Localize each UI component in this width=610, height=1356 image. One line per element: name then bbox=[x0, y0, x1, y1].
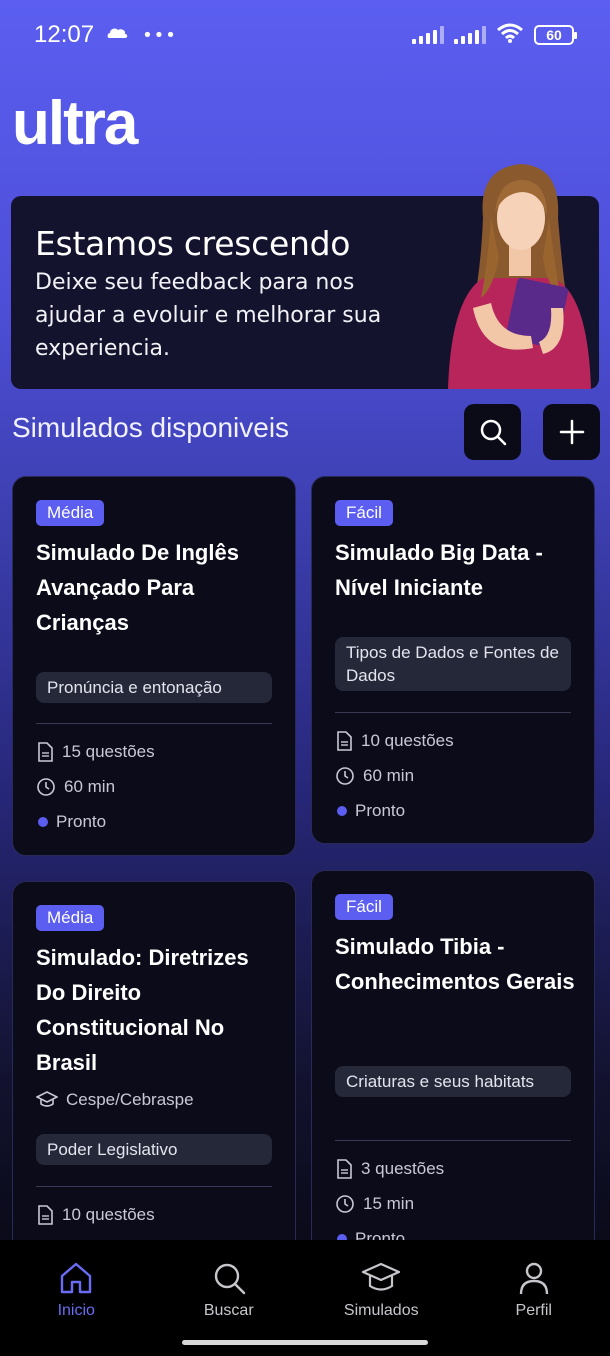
graduation-cap-icon bbox=[36, 1091, 58, 1107]
status-meta: Pronto bbox=[335, 801, 405, 821]
user-icon bbox=[519, 1262, 548, 1295]
bottom-nav: Inicio Buscar Simulados Perfil bbox=[0, 1240, 610, 1356]
simulado-card[interactable]: Fácil Simulado Big Data - Nível Iniciant… bbox=[311, 476, 595, 844]
document-icon bbox=[337, 731, 352, 751]
topic-tag: Pronúncia e entonação bbox=[36, 672, 272, 703]
feedback-banner[interactable]: Estamos crescendo Deixe seu feedback par… bbox=[11, 164, 599, 389]
duration: 15 min bbox=[363, 1194, 415, 1213]
banner-title: Estamos crescendo bbox=[35, 224, 351, 263]
simulado-card[interactable]: Média Simulado: Diretrizes Do Direito Co… bbox=[12, 881, 296, 1301]
graduation-cap-icon bbox=[362, 1262, 401, 1291]
questions-meta: 10 questões bbox=[36, 1205, 155, 1225]
cloud-icon bbox=[106, 22, 130, 48]
status-time: 12:07 bbox=[34, 21, 95, 48]
app-logo: ultra bbox=[12, 89, 138, 158]
search-button[interactable] bbox=[464, 404, 521, 460]
exam-board: Cespe/Cebraspe bbox=[66, 1090, 194, 1109]
more-notifications-icon: ••• bbox=[142, 24, 177, 46]
document-icon bbox=[38, 1205, 53, 1225]
questions-count: 3 questões bbox=[361, 1159, 445, 1178]
topic-tag: Criaturas e seus habitats bbox=[335, 1066, 571, 1097]
card-title: Simulado Big Data - Nível Iniciante bbox=[335, 540, 543, 600]
simulado-card[interactable]: Média Simulado De Inglês Avançado Para C… bbox=[12, 476, 296, 856]
search-icon bbox=[480, 419, 506, 446]
home-icon bbox=[61, 1262, 92, 1294]
plus-icon bbox=[559, 419, 584, 445]
duration-meta: 60 min bbox=[36, 777, 115, 797]
nav-simulados-label: Simulados bbox=[343, 1302, 419, 1319]
home-indicator[interactable] bbox=[182, 1340, 428, 1345]
duration-meta: 15 min bbox=[335, 1194, 414, 1214]
card-divider bbox=[335, 712, 571, 713]
document-icon bbox=[38, 742, 53, 762]
card-title: Simulado: Diretrizes Do Direito Constitu… bbox=[36, 945, 249, 1075]
topic-tag: Tipos de Dados e Fontes de Dados bbox=[335, 637, 571, 691]
add-simulado-button[interactable] bbox=[543, 404, 600, 460]
difficulty-badge: Média bbox=[36, 905, 105, 931]
questions-count: 15 questões bbox=[62, 742, 155, 761]
questions-count: 10 questões bbox=[62, 1205, 155, 1224]
status-text: Pronto bbox=[355, 801, 406, 820]
status-right: 60 bbox=[412, 22, 577, 48]
wifi-icon bbox=[496, 22, 524, 48]
duration: 60 min bbox=[363, 766, 415, 785]
difficulty-badge: Fácil bbox=[335, 894, 393, 920]
banner-person-illustration bbox=[448, 164, 591, 389]
nav-profile[interactable]: Perfil bbox=[474, 1260, 594, 1356]
difficulty-badge: Fácil bbox=[335, 500, 393, 526]
banner-text: Deixe seu feedback para nos ajudar a evo… bbox=[35, 270, 382, 361]
section-title: Simulados disponiveis bbox=[12, 412, 290, 443]
topic-tag: Poder Legislativo bbox=[36, 1134, 272, 1165]
status-dot-icon bbox=[337, 806, 347, 816]
card-divider bbox=[335, 1140, 571, 1141]
status-dot-icon bbox=[38, 817, 48, 827]
card-title: Simulado De Inglês Avançado Para Criança… bbox=[36, 540, 239, 635]
clock-icon bbox=[336, 1195, 354, 1213]
duration: 60 min bbox=[64, 777, 116, 796]
duration-meta: 60 min bbox=[335, 766, 414, 786]
signal-icon bbox=[412, 26, 444, 44]
nav-home-label: Inicio bbox=[57, 1302, 95, 1319]
search-icon bbox=[214, 1263, 245, 1295]
questions-meta: 15 questões bbox=[36, 742, 155, 762]
status-left: 12:07 ••• bbox=[34, 21, 177, 49]
status-text: Pronto bbox=[56, 812, 107, 831]
simulado-card[interactable]: Fácil Simulado Tibia - Conhecimentos Ger… bbox=[311, 870, 595, 1300]
battery-icon: 60 bbox=[534, 25, 577, 45]
clock-icon bbox=[37, 778, 55, 796]
card-title: Simulado Tibia - Conhecimentos Gerais bbox=[335, 934, 575, 994]
status-meta: Pronto bbox=[36, 812, 106, 832]
nav-search-label: Buscar bbox=[203, 1302, 254, 1319]
card-divider bbox=[36, 723, 272, 724]
nav-profile-label: Perfil bbox=[515, 1302, 552, 1319]
clock-icon bbox=[336, 767, 354, 785]
status-bar: 12:07 ••• 60 bbox=[0, 0, 610, 70]
questions-meta: 3 questões bbox=[335, 1159, 444, 1179]
difficulty-badge: Média bbox=[36, 500, 105, 526]
card-divider bbox=[36, 1186, 272, 1187]
nav-home[interactable]: Inicio bbox=[16, 1260, 136, 1356]
board-meta: Cespe/Cebraspe bbox=[36, 1090, 194, 1110]
signal-icon-2 bbox=[454, 26, 486, 44]
questions-meta: 10 questões bbox=[335, 731, 454, 751]
document-icon bbox=[337, 1159, 352, 1179]
questions-count: 10 questões bbox=[361, 731, 454, 750]
